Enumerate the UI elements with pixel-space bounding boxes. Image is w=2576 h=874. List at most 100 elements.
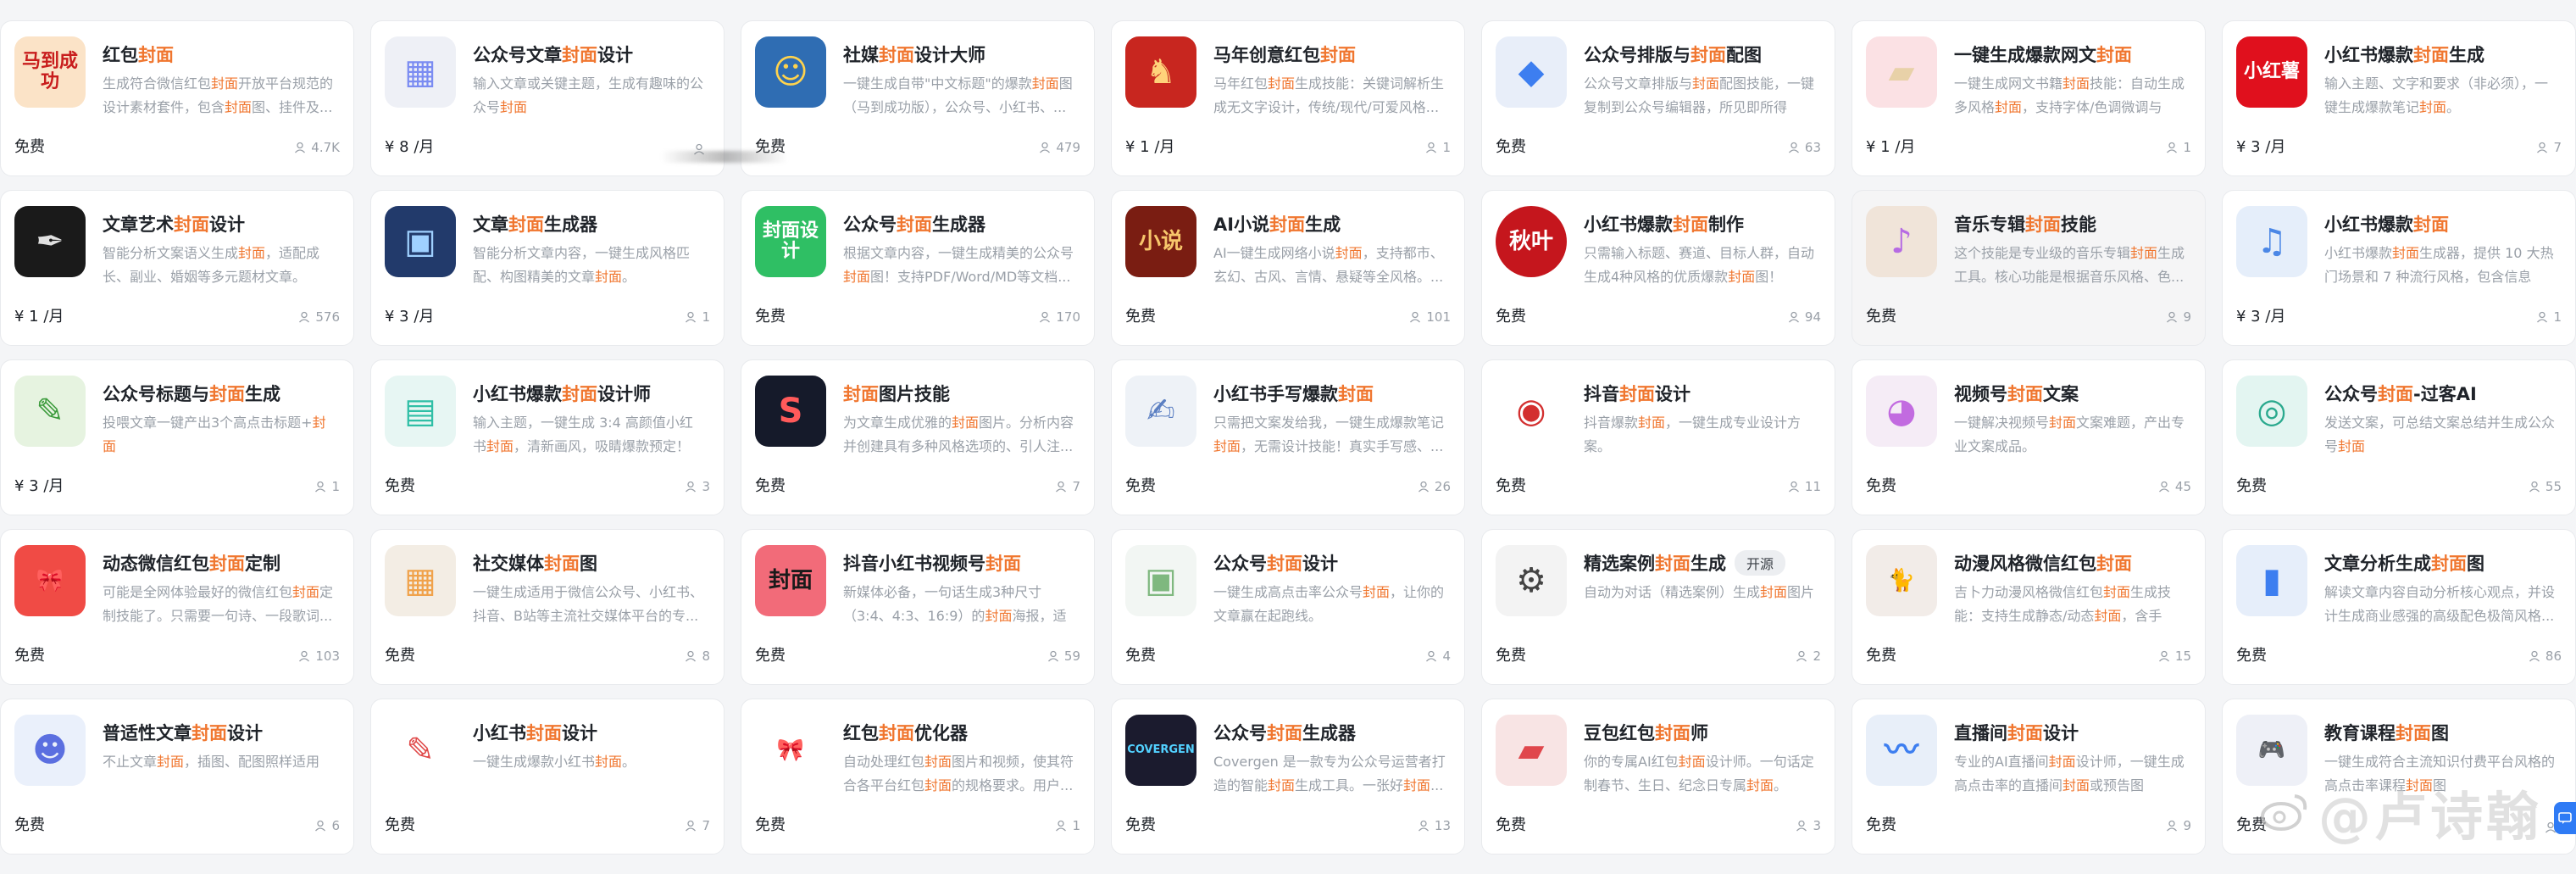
desc-segment: 封面 [595,269,623,285]
user-count-value: 576 [315,309,340,325]
skill-card[interactable]: ✎ 小红书封面设计 一键生成爆款小红书封面。 免费 7 [370,699,724,855]
skill-card[interactable]: 🎀 红包封面优化器 自动处理红包封面图片和视频，使其符合各平台红包封面的规格要求。用… [741,699,1095,855]
skill-card[interactable]: S 封面图片技能 为文章生成优雅的封面图片。分析内容并创建具有多种风格选项的、引人注… [741,359,1095,515]
title-segment: 封面 [544,554,580,574]
user-count-value: 2 [1813,649,1821,664]
card-description: 专业的AI直播间封面设计师，一键生成高点击率的直播间封面或预告图 [1954,750,2186,798]
skill-card[interactable]: 马到成功 红包封面 生成符合微信红包封面开放平台规范的设计素材套件，包含封面图、挂件… [0,20,354,176]
price-label: ¥ 8 /月 [385,138,435,156]
card-title-text: 抖音小红书视频号封面 [843,550,1021,576]
black-cat-icon: 🐈 [1866,545,1937,616]
skill-card[interactable]: 🎀 动态微信红包封面定制 可能是全网体验最好的微信红包封面定制技能了。只需要一句诗、… [0,529,354,685]
title-segment: 封面 [1655,554,1690,574]
user-icon [2167,820,2178,832]
user-count: 45 [2158,479,2191,494]
desc-segment: 封面 [2338,438,2366,454]
price-label: ¥ 3 /月 [2236,308,2286,326]
skill-card[interactable]: ✍ 小红书手写爆款封面 只需把文案发给我，一键生成爆款笔记封面，无需设计技能！真实手… [1111,359,1465,515]
skill-card[interactable]: ◉ 抖音封面设计 抖音爆款封面，一键生成专业设计方案。 免费 11 [1481,359,1835,515]
skill-card[interactable]: ✎ 公众号标题与封面生成 投喂文章一键产出3个高点击标题+封面 ¥ 3 /月 1 [0,359,354,515]
title-segment: 小红书爆款 [2324,214,2413,235]
title-segment: 直播间 [1954,723,2007,743]
skill-card[interactable]: ▦ 社交媒体封面图 一键生成适用于微信公众号、小红书、抖音、B站等主流社交媒体平台的… [370,529,724,685]
gear-cover-icon-glyph: ⚙ [1516,561,1546,600]
skill-card[interactable]: COVERGEN 公众号封面生成器 Covergen 是一款专为公众号运营者打造的智… [1111,699,1465,855]
user-count-value: 1 [331,479,340,494]
user-icon [1410,311,1421,323]
skill-card[interactable]: 🐈 动漫风格微信红包封面 吉卜力动漫风格微信红包封面生成技能：支持生成静态/动态封面… [1852,529,2206,685]
price-label: 免费 [1866,816,1896,834]
user-count: 9 [2166,818,2191,833]
price-label: ¥ 3 /月 [385,308,435,326]
title-segment: 封面 [2096,554,2132,574]
desc-segment: 封面 [2392,245,2420,261]
card-title: 公众号封面-过客AI [2324,381,2563,406]
skill-card[interactable]: ◎ 公众号封面-过客AI 发送文案，可总结文案总结并生成公众号封面 免费 55 [2222,359,2576,515]
skill-card[interactable]: 秋叶 小红书爆款封面制作 只需输入标题、赛道、目标人群，自动生成4种风格的优质爆款封… [1481,190,1835,346]
desc-segment: 解读文章内容自动分析核心观点，并设计生成商业感强的高级配色极简风格... [2324,584,2556,624]
user-icon [2529,650,2540,662]
user-count-value: 101 [1426,309,1451,325]
user-count: 86 [2529,649,2562,664]
skill-card[interactable]: 小红薯 小红书爆款封面生成 输入主题、文字和要求（非必须），一键生成爆款笔记封面。 ¥… [2222,20,2576,176]
title-segment: 封面 [1267,723,1302,743]
title-segment: 马年创意红包 [1213,45,1320,65]
card-title: 小红书爆款封面设计师 [473,381,712,406]
skill-card[interactable]: ◆ 公众号排版与封面配图 公众号文章排版与封面配图技能，一键复制到公众号编辑器，所见… [1481,20,1835,176]
skill-card[interactable]: 小说 AI小说封面生成 AI一键生成网络小说封面，支持都市、玄幻、古风、言情、悬疑等… [1111,190,1465,346]
user-icon [1796,820,1807,832]
desc-segment: 封面 [2048,754,2076,770]
card-title-text: 马年创意红包封面 [1213,42,1356,67]
desc-segment: 自动处理红包 [843,754,925,770]
red-pouch-icon: ▰ [1496,715,1567,786]
price-label: 免费 [14,138,45,156]
skill-card[interactable]: ▣ 文章封面生成器 智能分析文章内容，一键生成风格匹配、构图精美的文章封面。 ¥ 3 … [370,190,724,346]
skill-card[interactable]: ▣ 公众号封面设计 一键生成高点击率公众号封面，让你的文章赢在起跑线。 免费 4 [1111,529,1465,685]
skill-card[interactable]: ◕ 视频号封面文案 一键解决视频号封面文案难题，产出专业文案成品。 免费 45 [1852,359,2206,515]
skill-card[interactable]: ▤ 小红书爆款封面设计师 输入主题，一键生成 3:4 高颜值小红书封面，清新画风，吸… [370,359,724,515]
skill-card[interactable]: ♫ 小红书爆款封面 小红书爆款封面生成器，提供 10 大热门场景和 7 种流行风格，… [2222,190,2576,346]
book-block-icon: ▰ [1866,36,1937,108]
title-segment: 封面 [985,554,1021,574]
price-label: 免费 [1496,647,1526,665]
desc-segment: 一键生成网文书籍 [1954,75,2063,92]
skill-card[interactable]: 封面 抖音小红书视频号封面 新媒体必备，一句话生成3种尺寸（3:4、4:3、16:9… [741,529,1095,685]
poster-sizes-icon-glyph: 封面 [768,567,813,593]
bar-chart-icon: ▮ [2236,545,2307,616]
skill-card[interactable]: ✒ 文章艺术封面设计 智能分析文案语义生成封面，适配成长、副业、婚姻等多元题材文章。… [0,190,354,346]
card-description: 公众号文章排版与封面配图技能，一键复制到公众号编辑器，所见即所得 [1584,72,1816,120]
desc-segment: 封面 [2062,75,2090,92]
card-title-text: AI小说封面生成 [1213,211,1341,237]
open-source-tag: 开源 [1735,550,1786,576]
user-count-value: 59 [1063,649,1080,664]
teal-box-icon: ▤ [385,376,456,447]
price-label: ¥ 1 /月 [1125,138,1175,156]
card-description: AI一键生成网络小说封面，支持都市、玄幻、古风、言情、悬疑等全风格。... [1213,242,1446,289]
skill-card[interactable]: ♞ 马年创意红包封面 马年红包封面生成技能：关键词解析生成无文字设计，传统/现代/可… [1111,20,1465,176]
skill-card[interactable]: ♪ 音乐专辑封面技能 这个技能是专业级的音乐专辑封面生成工具。核心功能是根据音乐风格… [1852,190,2206,346]
user-icon [315,481,326,493]
title-segment: 封面 [879,723,914,743]
watermark-text: @卢诗翰 [2318,786,2542,848]
skill-card[interactable]: ▮ 文章分析生成封面图 解读文章内容自动分析核心观点，并设计生成商业感强的高级配色极… [2222,529,2576,685]
skill-card[interactable]: ▰ 豆包红包封面师 你的专属AI红包封面设计师。一句话定制春节、生日、纪念日专属封面… [1481,699,1835,855]
card-title-text: 音乐专辑封面技能 [1954,211,2096,237]
blue-mascot-icon: ☻ [14,715,86,786]
douyin-cover-icon-glyph: ◉ [1516,392,1546,431]
title-segment: 精选案例 [1584,554,1655,574]
user-icon [1056,820,1067,832]
skill-card[interactable]: 封面设计 公众号封面生成器 根据文章内容，一键生成精美的公众号封面图！支持PDF/W… [741,190,1095,346]
price-label: ¥ 1 /月 [14,308,64,326]
skill-card[interactable]: ▰ 一键生成爆款网文封面 一键生成网文书籍封面技能：自动生成多风格封面，支持字体/色… [1852,20,2206,176]
pen-art-icon-glyph: ✒ [36,222,64,261]
skill-card[interactable]: ⚙ 精选案例封面生成 开源 自动为对话（精选案例）生成封面图片 免费 2 [1481,529,1835,685]
desc-segment: 封面 [2049,415,2077,431]
skill-card[interactable]: 〰直播间封面设计 专业的AI直播间封面设计师，一键生成高点击率的直播间封面或预告图… [1852,699,2206,855]
novel-cover-icon: 小说 [1125,206,1196,277]
desc-segment: 封面 [486,438,514,454]
skill-card[interactable]: ☻ 普适性文章封面设计 不止文章封面，插图、配图照样适用 免费 6 [0,699,354,855]
card-title: 封面图片技能 [843,381,1082,406]
card-title: 社交媒体封面图 [473,550,712,576]
skill-card[interactable]: ☺ 社媒封面设计大师 一键生成自带"中文标题"的爆款封面图（马到成功版），公众号、小… [741,20,1095,176]
feedback-side-button[interactable] [2554,802,2576,834]
